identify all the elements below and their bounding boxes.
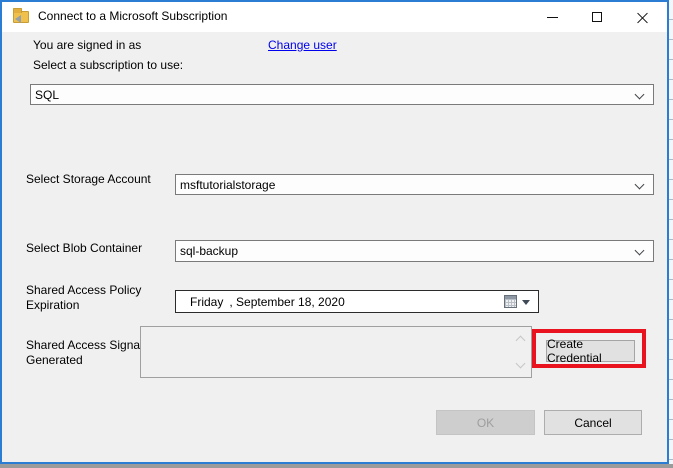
calendar-dropdown-button[interactable] (504, 294, 532, 310)
subscription-value: SQL (35, 88, 59, 102)
expiration-date-picker[interactable]: Friday , September 18, 2020 (175, 290, 539, 313)
date-rest-segment[interactable]: , September 18, 2020 (229, 295, 344, 309)
maximize-button[interactable] (575, 2, 620, 32)
date-day-segment[interactable]: Friday (190, 295, 223, 309)
title-bar: Connect to a Microsoft Subscription (2, 2, 667, 32)
change-user-link[interactable]: Change user (268, 38, 337, 52)
signed-in-label: You are signed in as (33, 38, 141, 53)
connect-folder-icon (13, 11, 29, 23)
blob-container-value: sql-backup (180, 244, 238, 258)
maximize-icon (592, 12, 602, 22)
scroll-down-icon[interactable] (516, 359, 526, 369)
policy-expiration-label: Shared Access Policy Expiration (26, 283, 141, 313)
storage-account-value: msftutorialstorage (180, 178, 275, 192)
window-controls (530, 2, 667, 32)
chevron-down-icon (635, 90, 645, 100)
minimize-icon (547, 17, 558, 18)
storage-account-select[interactable]: msftutorialstorage (175, 174, 654, 195)
subscription-label: Select a subscription to use: (33, 58, 183, 73)
chevron-down-icon (635, 180, 645, 190)
close-icon (637, 12, 648, 23)
blob-container-label: Select Blob Container (26, 241, 142, 256)
blob-container-select[interactable]: sql-backup (175, 240, 654, 262)
calendar-icon (504, 295, 517, 308)
ok-button[interactable]: OK (436, 410, 535, 435)
close-button[interactable] (620, 2, 665, 32)
scroll-up-icon[interactable] (516, 336, 526, 346)
background-spreadsheet-sliver (669, 0, 673, 468)
storage-account-label: Select Storage Account (26, 172, 151, 187)
chevron-down-icon (635, 246, 645, 256)
create-credential-button[interactable]: Create Credential (546, 340, 635, 362)
subscription-select[interactable]: SQL (30, 84, 654, 105)
dialog-window: Connect to a Microsoft Subscription You … (0, 0, 669, 464)
dropdown-arrow-icon (522, 300, 530, 309)
signature-textbox[interactable] (140, 326, 532, 378)
cancel-button[interactable]: Cancel (544, 410, 642, 435)
background-bottom-strip (0, 464, 673, 468)
window-title: Connect to a Microsoft Subscription (38, 9, 227, 23)
minimize-button[interactable] (530, 2, 575, 32)
